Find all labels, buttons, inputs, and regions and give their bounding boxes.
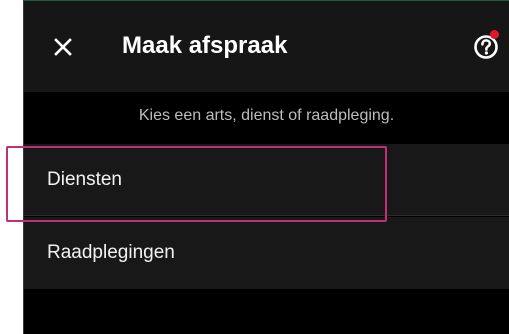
app-window: Maak afspraak Kies een arts, dienst of r… xyxy=(23,0,509,334)
list-item-label: Diensten xyxy=(47,169,122,190)
close-icon xyxy=(54,38,72,56)
notification-badge xyxy=(490,30,499,39)
instruction-text: Kies een arts, dienst of raadpleging. xyxy=(24,92,509,144)
empty-area xyxy=(24,290,509,334)
screen: Maak afspraak Kies een arts, dienst of r… xyxy=(0,0,509,334)
help-button[interactable] xyxy=(472,30,502,62)
close-button[interactable] xyxy=(50,34,76,60)
page-title: Maak afspraak xyxy=(122,32,288,59)
header-bar: Maak afspraak xyxy=(24,1,509,92)
list-item-diensten[interactable]: Diensten xyxy=(24,144,509,216)
list-item-raadplegingen[interactable]: Raadplegingen xyxy=(24,217,509,289)
list-item-label: Raadplegingen xyxy=(47,242,175,263)
